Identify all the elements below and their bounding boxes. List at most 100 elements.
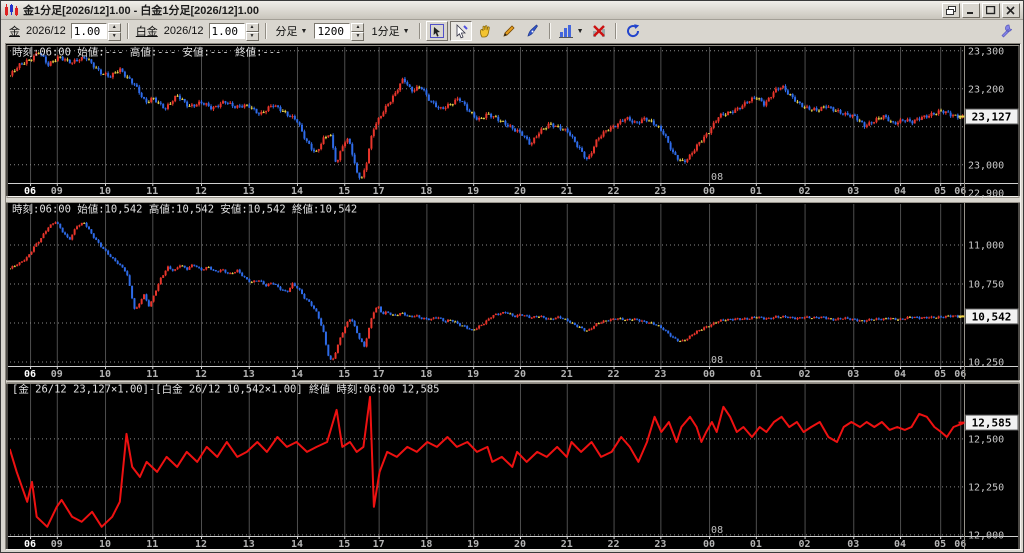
toolbar-separator — [548, 23, 551, 39]
x-axis-hour-label: 15 — [338, 186, 350, 197]
pencil-tool-button[interactable] — [498, 21, 520, 41]
date-marker-label: 08 — [711, 525, 723, 536]
window-title: 金1分足[2026/12]1.00 - 白金1分足[2026/12]1.00 — [23, 5, 260, 17]
window-buttons — [940, 2, 1020, 18]
chart-cursor-tool-button[interactable] — [425, 21, 448, 41]
chevron-down-icon: ▼ — [576, 27, 584, 35]
select-tool-button[interactable] — [449, 21, 472, 41]
x-axis-hour-label: 02 — [799, 539, 811, 549]
x-axis-hour-label: 10 — [99, 186, 111, 197]
x-axis-hour-label: 00 — [703, 539, 715, 549]
x-axis-hour-label: 03 — [847, 369, 859, 380]
close-icon — [1006, 5, 1015, 15]
x-axis-hour-label: 02 — [799, 186, 811, 197]
x-axis-hour-label: 02 — [799, 369, 811, 380]
x-axis-hour-label: 19 — [467, 539, 479, 549]
x-axis-hour-label: 19 — [467, 186, 479, 197]
x-axis-hour-label: 23 — [654, 539, 666, 549]
app-window: 金1分足[2026/12]1.00 - 白金1分足[2026/12]1.00 金… — [0, 0, 1024, 553]
titlebar: 金1分足[2026/12]1.00 - 白金1分足[2026/12]1.00 — [1, 1, 1023, 20]
x-axis-hour-label: 12 — [195, 369, 207, 380]
pen-tool-button[interactable] — [522, 21, 544, 41]
x-axis-hour-label: 21 — [561, 369, 573, 380]
maximize-button[interactable] — [982, 2, 1000, 18]
refresh-button[interactable] — [622, 21, 644, 41]
x-axis-hour-label: 15 — [338, 539, 350, 549]
x-axis-hour-label: 09 — [51, 186, 63, 197]
delete-x-icon — [592, 25, 605, 37]
chart-area[interactable]: 06 09 10 11 12 13 14 15 17 18 19 20 21 22 23 00 01 02 03 04… — [5, 43, 1021, 550]
x-axis-hour-label: 01 — [750, 369, 762, 380]
spin-up-icon[interactable]: ▲ — [245, 23, 259, 32]
charts-svg: 06 09 10 11 12 13 14 15 17 18 19 20 21 22 23 00 01 02 03 04… — [6, 44, 1020, 549]
pencil-icon — [502, 25, 515, 37]
spin-down-icon[interactable]: ▼ — [351, 32, 365, 41]
minimize-button[interactable] — [962, 2, 980, 18]
spin-down-icon[interactable]: ▼ — [107, 32, 121, 41]
y-axis-label: 23,000 — [968, 160, 1004, 171]
x-axis-hour-label: 23 — [654, 369, 666, 380]
y-axis-label: 23,200 — [968, 84, 1004, 95]
x-axis-hour-label: 04 — [894, 369, 906, 380]
delete-drawing-button[interactable] — [588, 21, 610, 41]
bar-type-value: 分足 — [275, 26, 298, 38]
settings-wrench-button[interactable] — [995, 21, 1017, 41]
chevron-down-icon: ▼ — [402, 27, 410, 35]
y-axis-label: 10,750 — [968, 279, 1004, 290]
x-axis-hour-label: 18 — [420, 186, 432, 197]
minimize-icon — [967, 11, 973, 14]
close-button[interactable] — [1002, 2, 1020, 18]
maximize-icon — [986, 5, 996, 14]
x-axis-hour-label: 03 — [847, 186, 859, 197]
y-axis-label: 11,000 — [968, 241, 1004, 252]
x-axis-hour-label: 20 — [514, 186, 526, 197]
spin-up-icon[interactable]: ▲ — [107, 23, 121, 32]
toolbar: 金 2026/12 ▲▼ 白金 2026/12 ▲▼ 分足 ▼ ▲▼ 1分足 ▼ — [1, 20, 1023, 42]
spin-down-icon[interactable]: ▼ — [245, 32, 259, 41]
x-axis-hour-label: 14 — [291, 369, 303, 380]
toolbar-separator — [126, 23, 129, 39]
bar-count-spinner[interactable]: ▲ ▼ — [351, 23, 365, 41]
toolbar-separator — [614, 23, 617, 39]
x-axis-hour-label: 10 — [99, 539, 111, 549]
gold-contract-month: 2026/12 — [26, 25, 66, 37]
platinum-multiplier-spinner[interactable]: ▲ ▼ — [245, 23, 259, 41]
float-window-button[interactable] — [942, 2, 960, 18]
chart-type-dropdown-button[interactable]: ▼ — [556, 21, 586, 41]
interval-value: 1分足 — [371, 26, 400, 38]
x-axis-hour-label: 17 — [373, 539, 385, 549]
platinum-multiplier-input[interactable] — [208, 23, 245, 39]
x-axis-hour-label: 14 — [291, 186, 303, 197]
panel-info-line: 時刻:06:00 始値:10,542 高値:10,542 安値:10,542 終… — [12, 203, 357, 216]
gold-multiplier-spinner[interactable]: ▲ ▼ — [107, 23, 121, 41]
x-axis-hour-label: 17 — [373, 186, 385, 197]
last-price-value: 23,127 — [972, 111, 1012, 124]
platinum-label[interactable]: 白金 — [136, 23, 158, 39]
interval-dropdown[interactable]: 1分足 ▼ — [368, 21, 412, 41]
bar-count-input[interactable] — [314, 23, 351, 39]
x-axis-hour-label: 19 — [467, 369, 479, 380]
platinum-multiplier-spinbox: ▲▼ — [208, 23, 259, 41]
x-axis-hour-label: 11 — [146, 539, 158, 549]
x-axis-hour-label: 01 — [750, 186, 762, 197]
y-axis-label: 23,300 — [968, 46, 1004, 57]
x-axis-hour-label: 18 — [420, 539, 432, 549]
spin-up-icon[interactable]: ▲ — [351, 23, 365, 32]
x-axis-hour-label: 05 — [934, 539, 946, 549]
gold-label[interactable]: 金 — [9, 23, 20, 39]
x-axis-hour-label: 13 — [243, 186, 255, 197]
gold-multiplier-input[interactable] — [70, 23, 107, 39]
x-axis-hour-label: 00 — [703, 369, 715, 380]
bar-type-dropdown[interactable]: 分足 ▼ — [273, 21, 311, 41]
x-axis-hour-label: 12 — [195, 539, 207, 549]
app-icon — [4, 3, 19, 17]
toolbar-separator — [264, 23, 267, 39]
pan-tool-button[interactable] — [474, 21, 496, 41]
bar-chart-icon — [558, 25, 573, 38]
x-axis-hour-label: 11 — [146, 186, 158, 197]
x-axis-hour-label: 14 — [291, 539, 303, 549]
x-axis-hour-label: 05 — [934, 186, 946, 197]
y-axis-label: 10,250 — [968, 357, 1004, 368]
gold-multiplier-spinbox: ▲▼ — [70, 23, 121, 41]
refresh-icon — [626, 24, 639, 37]
